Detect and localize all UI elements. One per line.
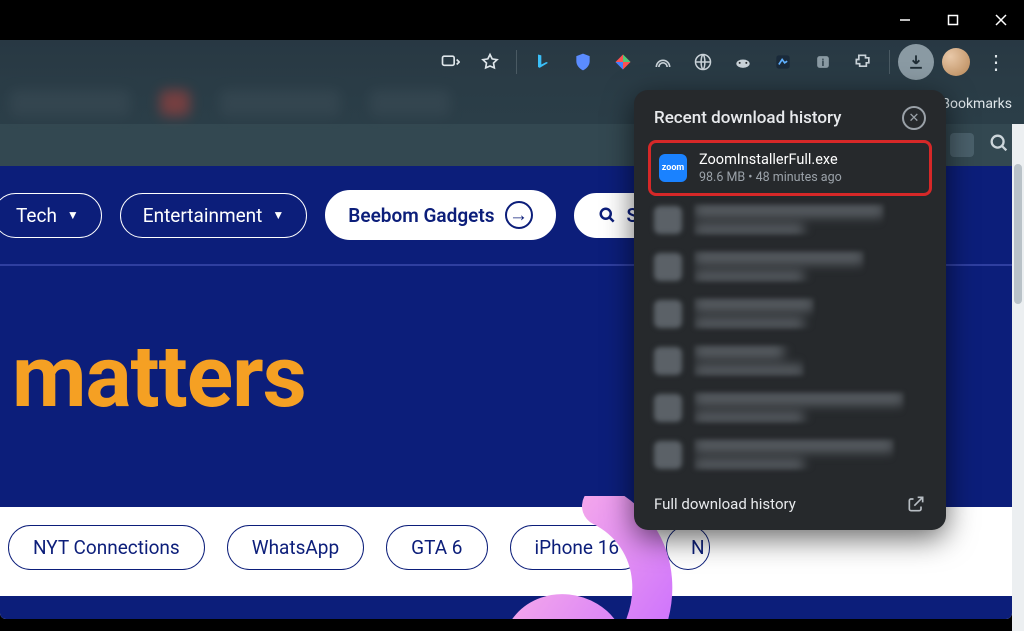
open-external-icon[interactable] (906, 494, 926, 514)
downloads-title: Recent download history (654, 108, 842, 128)
extensions-icon[interactable] (845, 44, 881, 80)
bookmarks-overflow-link[interactable]: Bookmarks (941, 96, 1012, 112)
file-icon (654, 300, 682, 328)
arc-extension-icon[interactable] (645, 44, 681, 80)
nav-entertainment[interactable]: Entertainment ▼ (120, 193, 308, 238)
nav-entertainment-label: Entertainment (143, 204, 263, 227)
file-icon (654, 394, 682, 422)
window-minimize[interactable] (890, 5, 920, 35)
bookmarks-blurred (10, 90, 450, 116)
nav-tech-label: Tech (16, 204, 57, 227)
browser-toolbar: i ⋮ (0, 40, 1024, 84)
download-meta: 98.6 MB • 48 minutes ago (699, 170, 842, 185)
arrow-right-icon: → (505, 201, 533, 229)
download-item-zoom[interactable]: zoom ZoomInstallerFull.exe 98.6 MB • 48 … (648, 140, 932, 196)
tag-gta6[interactable]: GTA 6 (386, 525, 487, 570)
reddit-extension-icon[interactable] (725, 44, 761, 80)
tag-nyt-connections[interactable]: NYT Connections (8, 525, 205, 570)
file-icon (654, 206, 682, 234)
download-item-blurred[interactable] (648, 290, 932, 337)
download-item-blurred[interactable] (648, 196, 932, 243)
download-item-blurred[interactable] (648, 243, 932, 290)
full-history-link[interactable]: Full download history (654, 495, 796, 513)
nav-tech[interactable]: Tech ▼ (0, 193, 102, 238)
quickbar-search-icon[interactable] (988, 132, 1010, 158)
window-close[interactable] (986, 5, 1016, 35)
chevron-down-icon: ▼ (272, 208, 284, 222)
file-icon (654, 253, 682, 281)
tag-label: GTA 6 (411, 536, 462, 559)
download-filename: ZoomInstallerFull.exe (699, 151, 842, 168)
toolbar-separator (516, 50, 517, 74)
tag-whatsapp[interactable]: WhatsApp (227, 525, 364, 570)
color-extension-icon[interactable] (605, 44, 641, 80)
download-item-blurred[interactable] (648, 337, 932, 384)
bing-extension-icon[interactable] (525, 44, 561, 80)
file-icon (654, 347, 682, 375)
globe-extension-icon[interactable] (685, 44, 721, 80)
downloads-footer: Full download history (648, 488, 932, 516)
downloads-header: Recent download history ✕ (648, 106, 932, 130)
search-icon (597, 205, 617, 225)
chevron-down-icon: ▼ (67, 208, 79, 222)
quickbar-thumb[interactable] (950, 133, 974, 157)
window-maximize[interactable] (938, 5, 968, 35)
download-item-blurred[interactable] (648, 431, 932, 478)
downloads-panel: Recent download history ✕ zoom ZoomInsta… (634, 90, 946, 530)
nav-gadgets-label: Beebom Gadgets (348, 204, 494, 227)
downloads-button[interactable] (898, 44, 934, 80)
toolbar-separator (889, 50, 890, 74)
window-titlebar (0, 0, 1024, 40)
info-extension-icon[interactable]: i (805, 44, 841, 80)
cast-icon[interactable] (432, 44, 468, 80)
tag-label: NYT Connections (33, 536, 180, 559)
file-icon (654, 441, 682, 469)
bookmark-star-icon[interactable] (472, 44, 508, 80)
shield-extension-icon[interactable] (565, 44, 601, 80)
zoom-app-icon: zoom (659, 154, 687, 182)
scrollbar-thumb[interactable] (1014, 164, 1022, 304)
profile-avatar[interactable] (938, 44, 974, 80)
download-item-text: ZoomInstallerFull.exe 98.6 MB • 48 minut… (699, 151, 842, 185)
tag-label: WhatsApp (252, 536, 339, 559)
download-item-blurred[interactable] (648, 384, 932, 431)
browser-menu[interactable]: ⋮ (978, 44, 1014, 80)
close-icon[interactable]: ✕ (902, 106, 926, 130)
dark-extension-icon[interactable] (765, 44, 801, 80)
nav-gadgets[interactable]: Beebom Gadgets → (325, 190, 555, 240)
vertical-scrollbar[interactable] (1012, 124, 1024, 631)
svg-text:i: i (822, 58, 825, 69)
